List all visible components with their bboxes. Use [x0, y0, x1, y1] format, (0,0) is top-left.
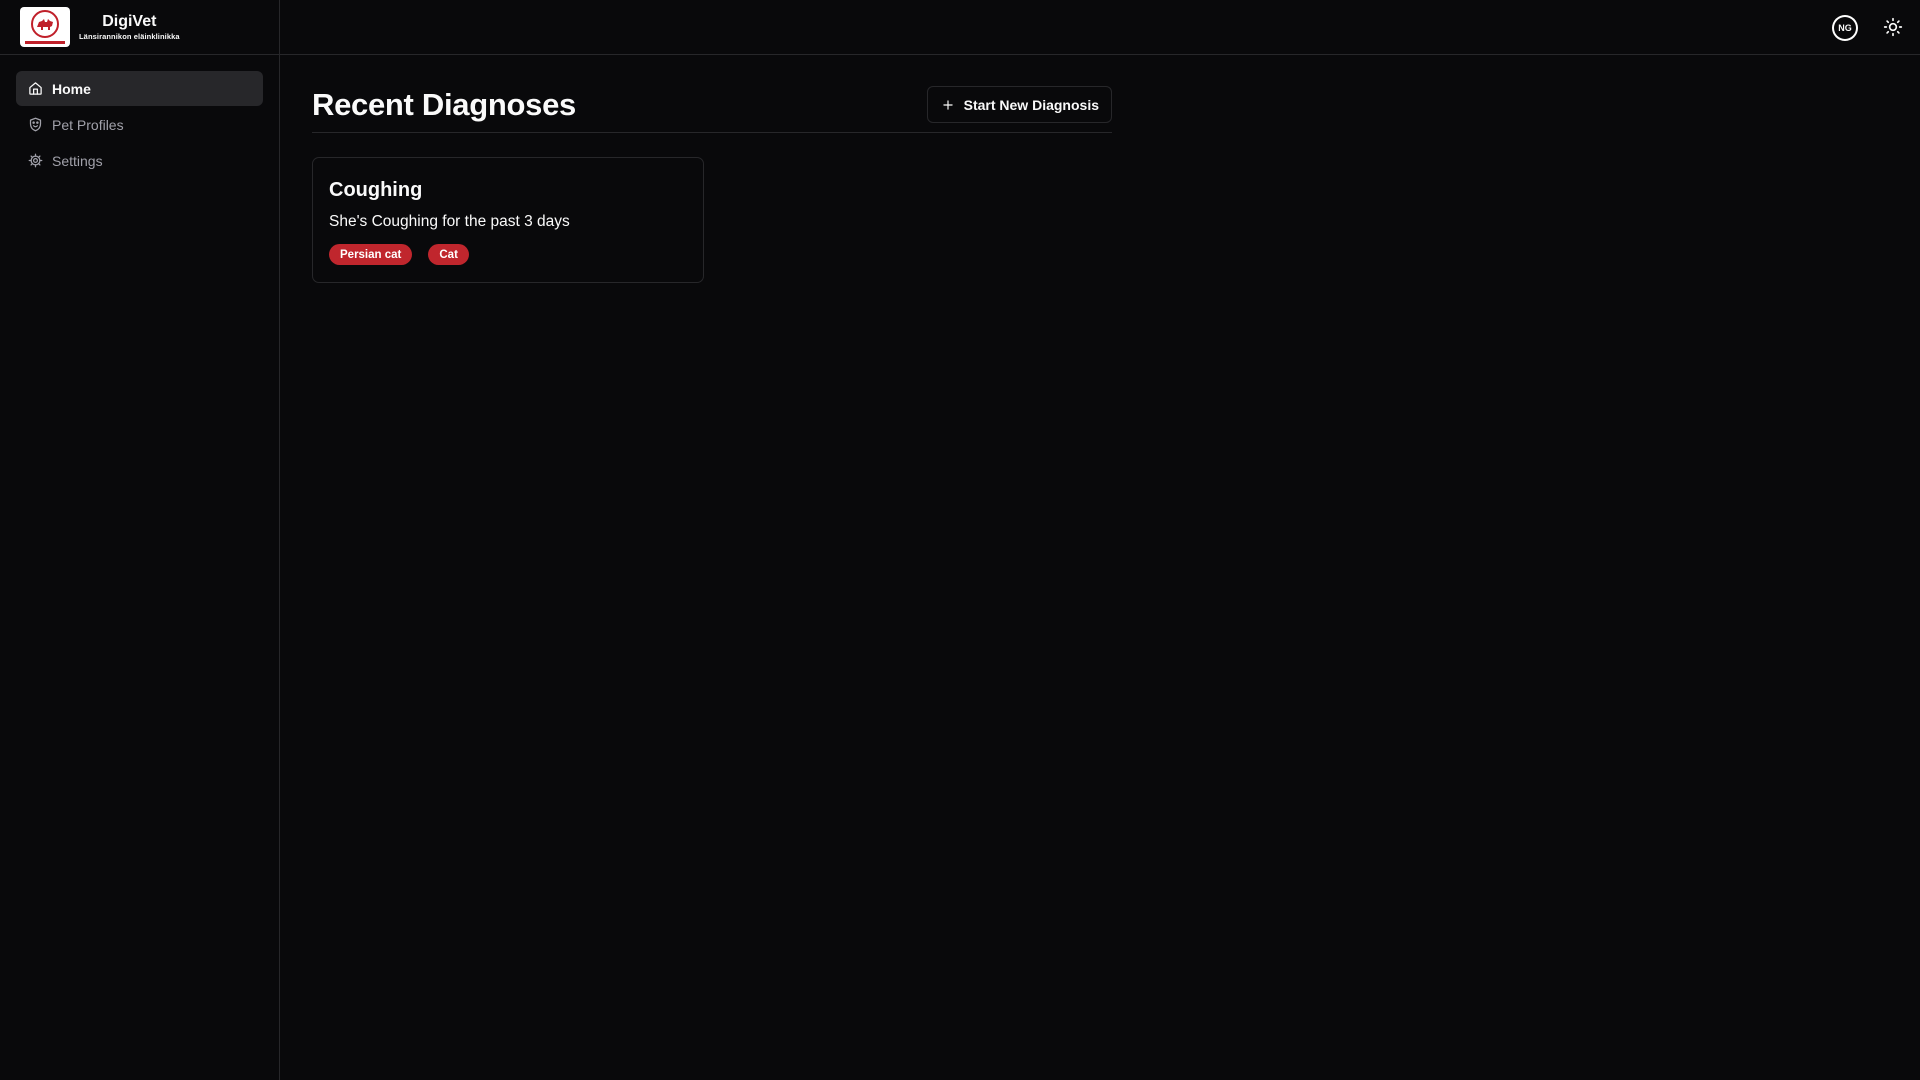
- page-header: Recent Diagnoses Start New Diagnosis: [312, 86, 1112, 123]
- home-icon: [28, 81, 43, 96]
- header-divider: [312, 132, 1112, 133]
- diagnosis-card[interactable]: Coughing She's Coughing for the past 3 d…: [312, 157, 704, 283]
- brand[interactable]: DigiVet Länsirannikon eläinklinikka: [0, 0, 279, 55]
- diagnosis-list: Coughing She's Coughing for the past 3 d…: [312, 157, 1112, 283]
- avatar[interactable]: NG: [1832, 15, 1858, 41]
- gear-icon: [28, 153, 43, 168]
- tag-breed: Persian cat: [329, 244, 413, 265]
- brand-name: DigiVet: [102, 13, 157, 30]
- animal-silhouette-icon: [37, 19, 53, 30]
- shield-paw-icon: [28, 117, 43, 132]
- diagnosis-description: She's Coughing for the past 3 days: [329, 213, 570, 230]
- tag-species: Cat: [428, 244, 469, 265]
- top-bar: NG: [280, 0, 1920, 55]
- sidebar-item-home[interactable]: Home: [16, 71, 263, 106]
- plus-icon: [941, 98, 955, 112]
- main-content: Recent Diagnoses Start New Diagnosis Cou…: [312, 86, 1112, 283]
- brand-subtitle: Länsirannikon eläinklinikka: [79, 32, 180, 41]
- brand-text: DigiVet Länsirannikon eläinklinikka: [79, 12, 180, 42]
- sidebar-item-label: Home: [52, 80, 91, 97]
- clinic-logo-icon: [20, 7, 70, 47]
- avatar-initials: NG: [1834, 17, 1856, 39]
- sun-icon: [1883, 17, 1903, 37]
- sidebar-item-pet-profiles[interactable]: Pet Profiles: [16, 107, 263, 142]
- sidebar-item-label: Settings: [52, 152, 103, 169]
- diagnosis-tags: Persian cat Cat: [329, 244, 687, 265]
- sidebar-item-settings[interactable]: Settings: [16, 143, 263, 178]
- sidebar-nav: Home Pet Profiles Settings: [0, 55, 279, 194]
- button-label: Start New Diagnosis: [963, 96, 1099, 113]
- page-title: Recent Diagnoses: [312, 86, 576, 122]
- logo-strip: [25, 41, 65, 44]
- sidebar-item-label: Pet Profiles: [52, 116, 124, 133]
- diagnosis-title: Coughing: [329, 179, 423, 201]
- start-new-diagnosis-button[interactable]: Start New Diagnosis: [926, 86, 1112, 123]
- logo-emblem: [31, 10, 59, 38]
- sidebar: DigiVet Länsirannikon eläinklinikka Home: [0, 0, 280, 1080]
- theme-toggle-button[interactable]: [1882, 16, 1904, 38]
- app-root: DigiVet Länsirannikon eläinklinikka Home: [0, 0, 1920, 1080]
